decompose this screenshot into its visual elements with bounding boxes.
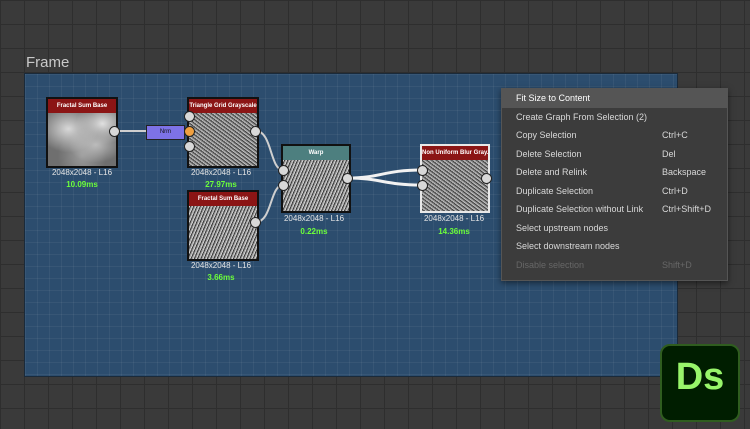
output-port[interactable] (250, 217, 261, 228)
node-triangle-grid[interactable]: Triangle Grid Grayscale (187, 97, 259, 168)
menu-item-delete-relink[interactable]: Delete and Relink Backspace (502, 163, 727, 182)
node-thumbnail (189, 113, 257, 166)
menu-item-create-graph[interactable]: Create Graph From Selection (2) (502, 108, 727, 127)
node-resolution: 2048x2048 - L16 (190, 261, 252, 270)
node-time: 3.66ms (207, 273, 235, 282)
node-thumbnail (48, 113, 116, 166)
node-thumbnail (422, 160, 488, 211)
output-port[interactable] (481, 173, 492, 184)
normalize-node[interactable]: Nrm (146, 125, 185, 140)
menu-item-duplicate-no-link[interactable]: Duplicate Selection without Link Ctrl+Shi… (502, 200, 727, 219)
menu-item-disable-selection: Disable selection Shift+D (516, 259, 692, 270)
menu-item-copy[interactable]: Copy Selection Ctrl+C (502, 126, 727, 145)
output-port[interactable] (250, 126, 261, 137)
node-time: 0.22ms (300, 227, 328, 236)
node-thumbnail (283, 160, 349, 211)
node-time: 14.36ms (438, 227, 470, 236)
node-header: Fractal Sum Base (189, 192, 257, 206)
input-port[interactable] (184, 111, 195, 122)
node-fractal-sum-base-2[interactable]: Fractal Sum Base (187, 190, 259, 261)
menu-item-fit-size[interactable]: Fit Size to Content (502, 89, 727, 108)
node-header: Non Uniform Blur Gray... (422, 146, 488, 160)
input-port[interactable] (417, 165, 428, 176)
node-resolution: 2048x2048 - L16 (423, 214, 485, 223)
menu-item-select-upstream[interactable]: Select upstream nodes (502, 219, 727, 238)
node-resolution: 2048x2048 - L16 (190, 168, 252, 177)
node-thumbnail (189, 206, 257, 259)
designer-logo: Ds (660, 344, 740, 422)
node-header: Fractal Sum Base (48, 99, 116, 113)
output-port[interactable] (109, 126, 120, 137)
node-time: 27.97ms (205, 180, 237, 189)
logo-text: Ds (675, 356, 725, 398)
input-port[interactable] (184, 126, 195, 137)
node-time: 10.09ms (66, 180, 98, 189)
node-warp[interactable]: Warp (281, 144, 351, 213)
context-menu: Fit Size to Content Create Graph From Se… (501, 88, 728, 281)
menu-item-select-downstream[interactable]: Select downstream nodes (502, 237, 727, 256)
menu-item-duplicate[interactable]: Duplicate Selection Ctrl+D (502, 182, 727, 201)
node-header: Triangle Grid Grayscale (189, 99, 257, 113)
node-fractal-sum-base-1[interactable]: Fractal Sum Base (46, 97, 118, 168)
output-port[interactable] (342, 173, 353, 184)
node-non-uniform-blur[interactable]: Non Uniform Blur Gray... (420, 144, 490, 213)
node-resolution: 2048x2048 - L16 (51, 168, 113, 177)
input-port[interactable] (278, 180, 289, 191)
node-resolution: 2048x2048 - L16 (283, 214, 345, 223)
input-port[interactable] (417, 180, 428, 191)
input-port[interactable] (184, 141, 195, 152)
node-header: Warp (283, 146, 349, 160)
input-port[interactable] (278, 165, 289, 176)
menu-item-delete[interactable]: Delete Selection Del (502, 145, 727, 164)
